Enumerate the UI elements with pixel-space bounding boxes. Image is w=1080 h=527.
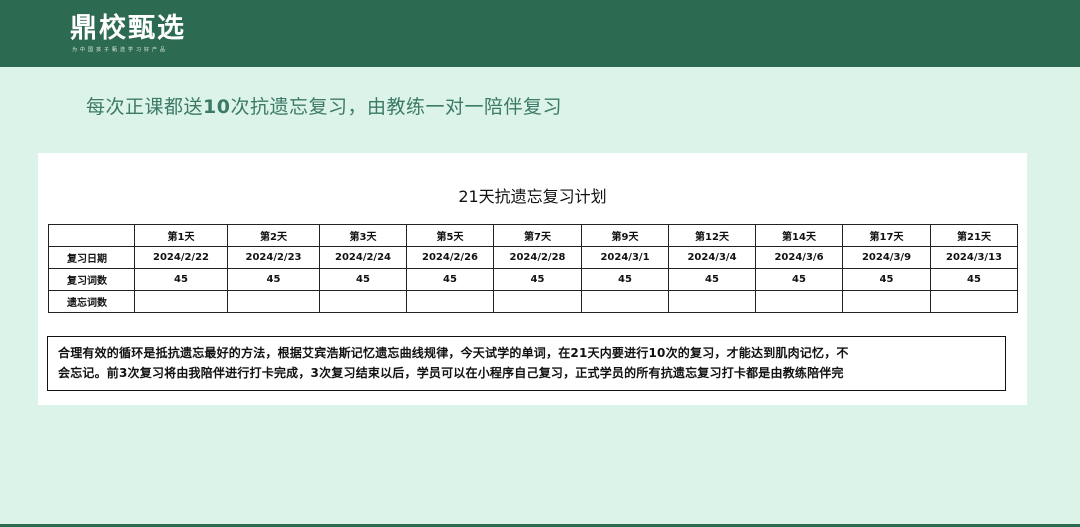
date-cell: 2024/2/23 (227, 246, 320, 269)
table-corner-cell (48, 224, 135, 247)
forgotten-cell[interactable] (581, 290, 669, 313)
plan-title: 21天抗遗忘复习计划 (458, 187, 607, 206)
count-cell: 45 (227, 268, 320, 291)
day-header: 第21天 (930, 224, 1018, 247)
headline-number: 10 (203, 96, 231, 118)
date-cell: 2024/3/9 (842, 246, 931, 269)
forgotten-cell[interactable] (406, 290, 494, 313)
day-header: 第5天 (406, 224, 494, 247)
forgotten-cell[interactable] (134, 290, 228, 313)
table-row-forgotten-count: 遗忘词数 (48, 290, 1018, 313)
headline-suffix: 次抗遗忘复习，由教练一对一陪伴复习 (230, 96, 562, 118)
day-header: 第9天 (581, 224, 669, 247)
forgotten-cell[interactable] (842, 290, 931, 313)
header-bar: 鼎校甄选 为中国孩子甄选学习好产品 (0, 0, 1080, 67)
table-header-row: 第1天 第2天 第3天 第5天 第7天 第9天 第12天 第14天 第17天 第… (48, 224, 1018, 247)
day-header: 第2天 (227, 224, 320, 247)
count-cell: 45 (668, 268, 756, 291)
forgotten-cell[interactable] (493, 290, 582, 313)
headline-prefix: 每次正课都送 (86, 96, 204, 118)
forgotten-cell[interactable] (668, 290, 756, 313)
brand-logo: 鼎校甄选 为中国孩子甄选学习好产品 (70, 13, 186, 54)
count-cell: 45 (134, 268, 228, 291)
table-row-review-count: 复习词数 45 45 45 45 45 45 45 45 45 45 (48, 268, 1018, 291)
page-headline: 每次正课都送10次抗遗忘复习，由教练一对一陪伴复习 (86, 92, 562, 119)
date-cell: 2024/3/1 (581, 246, 669, 269)
logo-text: 鼎校甄选 (70, 13, 186, 44)
count-cell: 45 (319, 268, 407, 291)
count-cell: 45 (842, 268, 931, 291)
day-header: 第3天 (319, 224, 407, 247)
forgotten-cell[interactable] (930, 290, 1018, 313)
review-plan-table: 第1天 第2天 第3天 第5天 第7天 第9天 第12天 第14天 第17天 第… (48, 224, 1018, 313)
count-cell: 45 (930, 268, 1018, 291)
forgotten-cell[interactable] (755, 290, 843, 313)
day-header: 第14天 (755, 224, 843, 247)
table-row-review-date: 复习日期 2024/2/22 2024/2/23 2024/2/24 2024/… (48, 246, 1018, 269)
explanation-note: 合理有效的循环是抵抗遗忘最好的方法，根据艾宾浩斯记忆遗忘曲线规律，今天试学的单词… (47, 336, 1006, 391)
count-cell: 45 (493, 268, 582, 291)
note-line: 会忘记。前3次复习将由我陪伴进行打卡完成，3次复习结束以后，学员可以在小程序自己… (58, 366, 844, 380)
date-cell: 2024/3/6 (755, 246, 843, 269)
row-label: 复习词数 (48, 268, 135, 291)
count-cell: 45 (581, 268, 669, 291)
date-cell: 2024/2/26 (406, 246, 494, 269)
note-line: 合理有效的循环是抵抗遗忘最好的方法，根据艾宾浩斯记忆遗忘曲线规律，今天试学的单词… (58, 346, 849, 360)
date-cell: 2024/2/22 (134, 246, 228, 269)
date-cell: 2024/3/4 (668, 246, 756, 269)
count-cell: 45 (755, 268, 843, 291)
date-cell: 2024/2/24 (319, 246, 407, 269)
row-label: 复习日期 (48, 246, 135, 269)
date-cell: 2024/2/28 (493, 246, 582, 269)
forgotten-cell[interactable] (319, 290, 407, 313)
row-label: 遗忘词数 (48, 290, 135, 313)
logo-tagline: 为中国孩子甄选学习好产品 (72, 47, 169, 53)
forgotten-cell[interactable] (227, 290, 320, 313)
plan-card: 21天抗遗忘复习计划 第1天 第2天 第3天 第5天 第7天 第9天 第12天 … (38, 153, 1027, 405)
day-header: 第7天 (493, 224, 582, 247)
day-header: 第12天 (668, 224, 756, 247)
day-header: 第1天 (134, 224, 228, 247)
date-cell: 2024/3/13 (930, 246, 1018, 269)
count-cell: 45 (406, 268, 494, 291)
day-header: 第17天 (842, 224, 931, 247)
